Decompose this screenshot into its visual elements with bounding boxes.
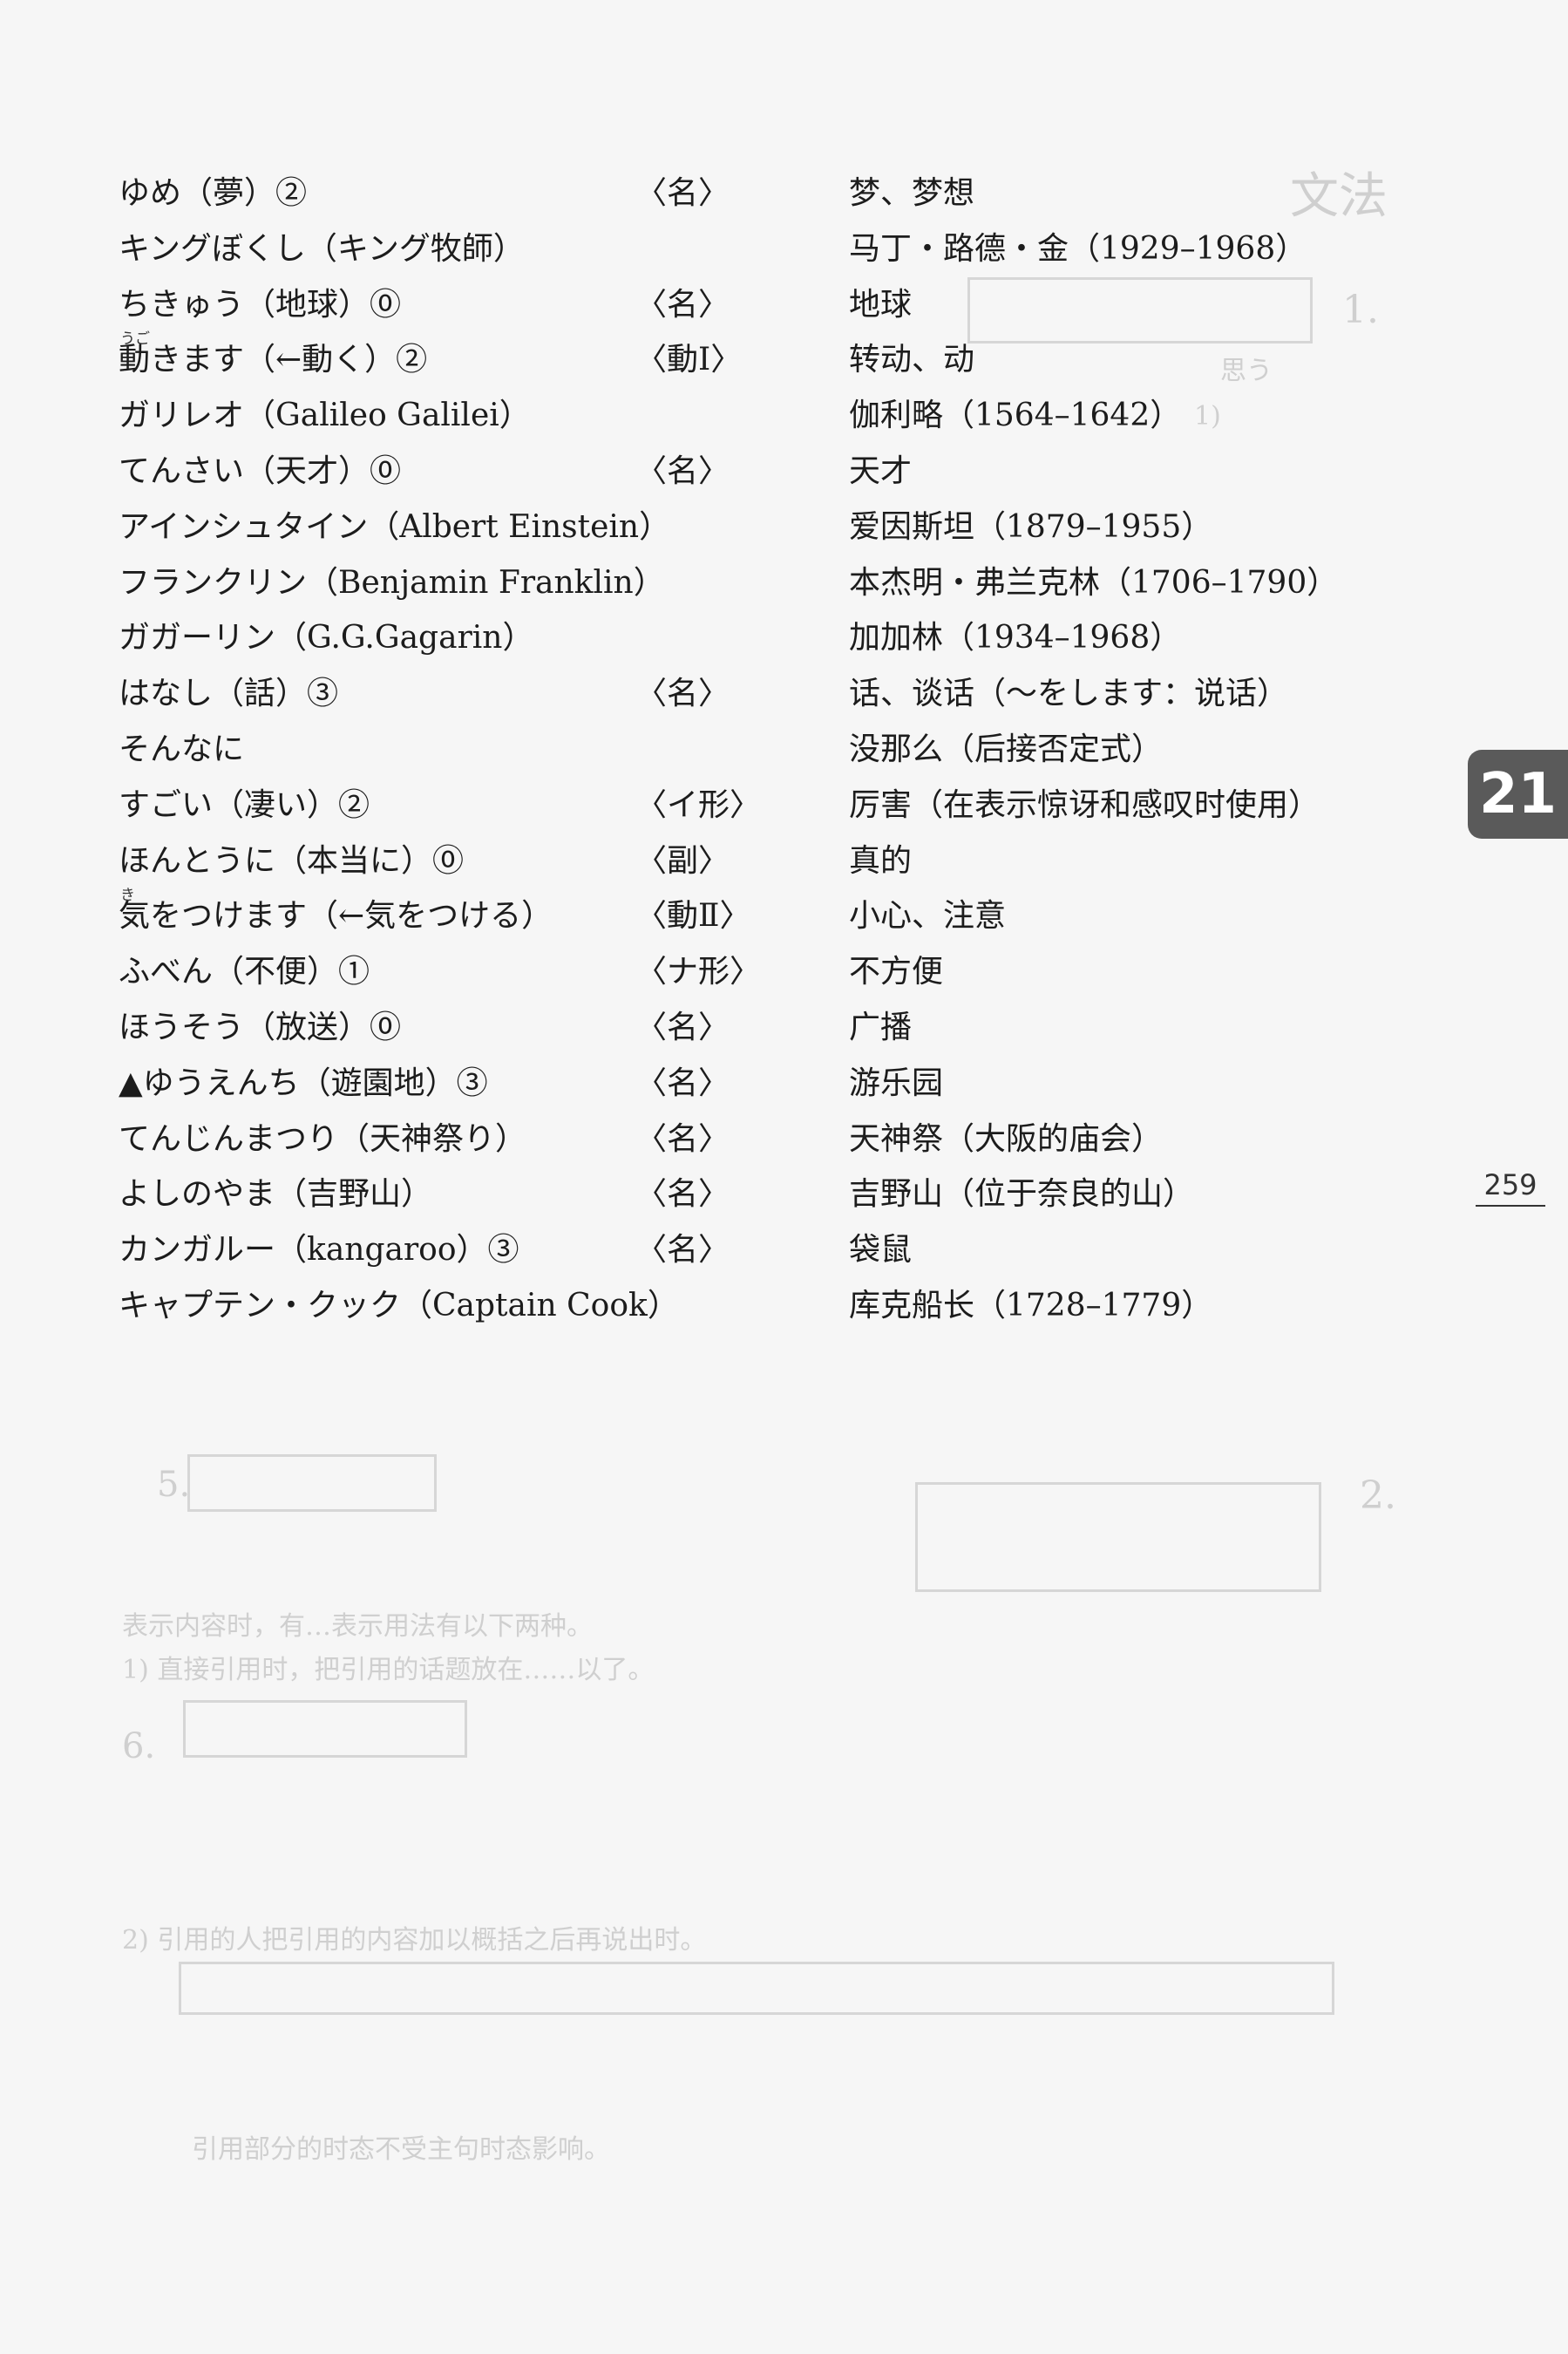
vocab-meaning: 梦、梦想 [849,175,975,211]
vocab-ruby: うご [120,330,150,349]
vocab-meaning: 转动、动 [849,342,975,378]
vocab-row: ガリレオ（Galileo Galilei） 伽利略（1564–1642） [119,388,1339,444]
vocab-part-of-speech: 〈動Ⅰ〉 [635,342,743,378]
vocab-row: カンガルー（kangaroo）③ 〈名〉 袋鼠 [119,1222,1339,1278]
vocab-row: はなし（話）③ 〈名〉 话、谈话（～をします：说话） [119,666,1339,722]
textbook-page: 文法 1. 思う 1) 2. 表示内容时，有…表示用法有以下两种。 1) 直接引… [0,0,1568,2354]
vocab-meaning: 库克船长（1728–1779） [849,1287,1213,1323]
vocab-meaning: 地球 [849,286,913,323]
vocab-meaning: 厉害（在表示惊讶和感叹时使用） [849,786,1320,823]
vocab-row: よしのやま（吉野山） 〈名〉 吉野山（位于奈良的山） [119,1167,1339,1222]
vocab-row: キングぼくし（キング牧師） 马丁・路德・金（1929–1968） [119,221,1339,277]
vocab-term: き気をつけます（←気をつける） [119,887,553,935]
vocab-term: カンガルー（kangaroo）③ [119,1232,519,1269]
vocab-row: ほんとうに（本当に）⓪ 〈副〉 真的 [119,833,1339,889]
vocab-term: ふべん（不便）① [119,954,370,990]
vocab-term: ちきゅう（地球）⓪ [119,286,402,323]
vocab-meaning: 没那么（后接否定式） [849,731,1164,767]
vocab-term: ガリレオ（Galileo Galilei） [119,398,531,434]
vocab-term: フランクリン（Benjamin Franklin） [119,564,665,601]
vocab-meaning: 不方便 [849,954,944,990]
vocab-row: すごい（凄い）② 〈イ形〉 厉害（在表示惊讶和感叹时使用） [119,778,1339,833]
chapter-tab: 21 [1468,750,1568,839]
vocab-part-of-speech: 〈名〉 [635,1176,730,1213]
vocab-meaning: 吉野山（位于奈良的山） [849,1176,1195,1213]
vocab-row: てんさい（天才）⓪ 〈名〉 天才 [119,444,1339,500]
vocab-row: ▲ゆうえんち（遊園地）③ 〈名〉 游乐园 [119,1056,1339,1112]
vocab-part-of-speech: 〈名〉 [635,1065,730,1101]
vocab-meaning: 天才 [849,452,913,489]
vocab-meaning: 袋鼠 [849,1232,913,1269]
vocab-part-of-speech: 〈名〉 [635,1009,730,1045]
vocab-part-of-speech: 〈名〉 [635,286,730,323]
vocab-row: ゆめ（夢）② 〈名〉 梦、梦想 [119,166,1339,221]
vocab-row: ほうそう（放送）⓪ 〈名〉 广播 [119,1000,1339,1056]
vocab-meaning: 天神祭（大阪的庙会） [849,1120,1164,1157]
vocab-term: アインシュタイン（Albert Einstein） [119,508,671,545]
vocab-term: ▲ゆうえんち（遊園地）③ [119,1065,488,1101]
vocab-row: ガガーリン（G.G.Gagarin） 加加林（1934–1968） [119,610,1339,666]
vocab-term: すごい（凄い）② [119,786,370,823]
page-number: 259 [1476,1168,1545,1207]
vocab-meaning: 真的 [849,842,913,879]
vocab-meaning: 马丁・路德・金（1929–1968） [849,230,1307,267]
vocab-term: ガガーリン（G.G.Gagarin） [119,620,534,657]
vocab-meaning: 本杰明・弗兰克林（1706–1790） [849,564,1339,601]
vocab-part-of-speech: 〈名〉 [635,676,730,712]
vocab-part-of-speech: 〈副〉 [635,842,730,879]
vocab-part-of-speech: 〈動Ⅱ〉 [635,898,751,935]
vocab-meaning: 游乐园 [849,1065,944,1101]
vocab-term: ほうそう（放送）⓪ [119,1009,402,1045]
vocab-term: うご 動きます（←動く）② [119,330,428,378]
vocab-ruby: き [120,887,135,905]
vocab-row: うご 動きます（←動く）② 〈動Ⅰ〉 转动、动 [119,332,1339,388]
vocab-term: はなし（話）③ [119,676,339,712]
vocab-row: てんじんまつり（天神祭り） 〈名〉 天神祭（大阪的庙会） [119,1112,1339,1167]
vocab-row: フランクリン（Benjamin Franklin） 本杰明・弗兰克林（1706–1… [119,555,1339,611]
vocab-part-of-speech: 〈名〉 [635,1120,730,1157]
vocabulary-list: ゆめ（夢）② 〈名〉 梦、梦想 キングぼくし（キング牧師） 马丁・路德・金（1929–… [119,166,1339,1334]
vocab-row: ふべん（不便）① 〈ナ形〉 不方便 [119,944,1339,1000]
vocab-meaning: 广播 [849,1009,913,1045]
vocab-row: そんなに 没那么（后接否定式） [119,722,1339,778]
vocab-part-of-speech: 〈名〉 [635,452,730,489]
vocab-term: キングぼくし（キング牧師） [119,230,525,267]
vocab-meaning: 小心、注意 [849,898,1007,935]
vocab-row: キャプテン・クック（Captain Cook） 库克船长（1728–1779） [119,1278,1339,1334]
vocab-meaning: 爱因斯坦（1879–1955） [849,508,1213,545]
vocab-row: アインシュタイン（Albert Einstein） 爱因斯坦（1879–1955） [119,500,1339,555]
vocab-term: よしのやま（吉野山） [119,1176,433,1213]
vocab-term: キャプテン・クック（Captain Cook） [119,1287,679,1323]
vocab-term: ほんとうに（本当に）⓪ [119,842,465,879]
vocab-meaning: 话、谈话（～をします：说话） [849,676,1289,712]
vocab-part-of-speech: 〈ナ形〉 [635,954,762,990]
vocab-term: てんじんまつり（天神祭り） [119,1120,527,1157]
vocab-part-of-speech: 〈名〉 [635,175,730,211]
vocab-meaning: 加加林（1934–1968） [849,620,1182,657]
vocab-part-of-speech: 〈イ形〉 [635,786,762,823]
vocab-meaning: 伽利略（1564–1642） [849,398,1182,434]
vocab-term: てんさい（天才）⓪ [119,452,402,489]
vocab-term: ゆめ（夢）② [119,175,308,211]
vocab-part-of-speech: 〈名〉 [635,1232,730,1269]
vocab-term: そんなに [119,731,245,767]
vocab-row: き気をつけます（←気をつける） 〈動Ⅱ〉 小心、注意 [119,888,1339,944]
vocab-row: ちきゅう（地球）⓪ 〈名〉 地球 [119,277,1339,333]
